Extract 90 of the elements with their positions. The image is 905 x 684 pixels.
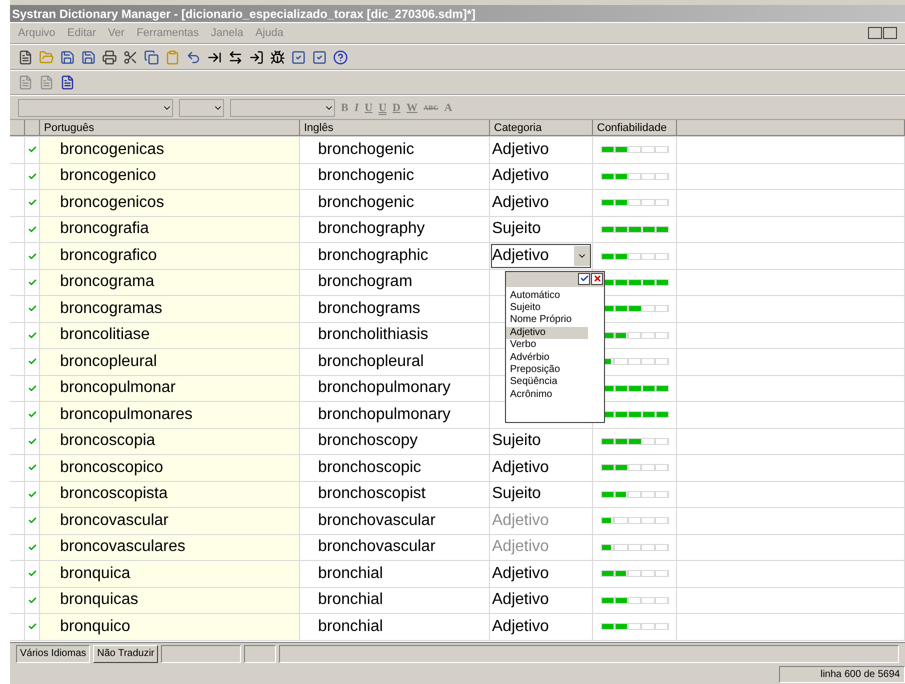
dropdown-option[interactable]: Seqüência — [506, 376, 588, 389]
reliability-meter — [600, 570, 668, 578]
table-cell: Adjetivo — [490, 455, 593, 480]
table-cell: broncopulmonares — [40, 402, 300, 428]
column-header[interactable]: Categoria — [490, 120, 593, 136]
reliability-meter — [600, 596, 668, 604]
insert-icon[interactable] — [207, 50, 222, 64]
column-header[interactable]: Confiabilidade — [593, 120, 677, 136]
table-cell: bronquica — [40, 561, 300, 586]
new-document-icon[interactable] — [18, 50, 33, 64]
validate-all-icon[interactable] — [312, 50, 327, 64]
table-cell: Adjetivo — [490, 534, 593, 560]
copy-icon[interactable] — [144, 50, 159, 64]
reliability-meter — [600, 226, 668, 233]
table-cell: Sujeito — [490, 428, 593, 454]
table-cell: broncogenicas — [40, 137, 300, 162]
reliability-meter — [600, 517, 668, 524]
table-cell: Adjetivo — [490, 508, 593, 534]
help-icon[interactable] — [333, 50, 348, 64]
table-cell: broncovascular — [40, 508, 300, 534]
reliability-meter — [600, 146, 668, 154]
reliability-meter — [600, 438, 668, 445]
tab[interactable]: Não Traduzir — [93, 644, 158, 662]
tag-icon[interactable] — [18, 75, 33, 90]
table-cell: broncografico — [40, 243, 300, 269]
dropdown-option[interactable]: Adjetivo — [506, 326, 588, 340]
minimize-button[interactable] — [868, 27, 882, 39]
dropdown-option[interactable]: Advérbio — [506, 352, 588, 364]
style-combo[interactable] — [230, 98, 335, 116]
dropdown-option[interactable]: Verbo — [506, 339, 588, 352]
reliability-meter — [600, 464, 668, 472]
cut-icon[interactable] — [123, 50, 138, 64]
import-icon[interactable] — [249, 50, 264, 64]
table-cell: Adjetivo — [490, 137, 593, 162]
bug-icon[interactable] — [270, 50, 285, 64]
table-cell: broncograma — [40, 270, 300, 295]
status-text: linha 600 de 5694 — [779, 666, 905, 682]
table-cell: Sujeito — [490, 482, 593, 507]
close-icon — [592, 274, 602, 283]
table-cell: Adjetivo — [490, 164, 593, 189]
table-cell: broncoscopico — [40, 455, 300, 480]
table-cell: bronquicas — [40, 588, 300, 613]
reliability-meter — [600, 252, 668, 260]
table-cell: broncovasculares — [40, 534, 300, 560]
dropdown-option[interactable]: Preposição — [506, 364, 588, 376]
window-title: Systran Dictionary Manager - [dicionario_especializado_torax [dic_270306.sdm]*] — [12, 6, 476, 20]
table-cell: broncogenicos — [40, 190, 300, 216]
undo-icon[interactable] — [186, 50, 201, 64]
dropdown-option[interactable]: Nome Próprio — [506, 314, 588, 327]
folder-icon[interactable] — [39, 50, 54, 64]
category-combo[interactable]: Adjetivo — [491, 244, 591, 268]
table-cell: Sujeito — [490, 216, 593, 242]
validate-icon[interactable] — [291, 50, 306, 64]
reliability-meter — [600, 623, 668, 630]
save-all-icon[interactable] — [81, 50, 96, 64]
paste-icon[interactable] — [165, 50, 180, 64]
tag-2-icon[interactable] — [39, 75, 54, 90]
reliability-meter — [600, 490, 668, 498]
table-cell: Adjetivo — [490, 561, 593, 586]
table-cell: broncografia — [40, 216, 300, 242]
table-cell: bronquico — [40, 614, 300, 640]
printer-icon[interactable] — [102, 50, 117, 64]
dropdown-option[interactable]: Automático — [506, 290, 588, 302]
table-cell: Adjetivo — [490, 588, 593, 613]
table-cell: broncoscopia — [40, 428, 300, 454]
save-icon[interactable] — [60, 50, 75, 64]
table-cell: broncolitiase — [40, 322, 300, 348]
check-icon — [580, 274, 588, 283]
table-cell: broncopleural — [40, 349, 300, 374]
font-combo[interactable] — [18, 98, 173, 116]
size-combo[interactable] — [179, 98, 224, 116]
reliability-meter — [600, 172, 668, 180]
reliability-meter — [600, 544, 668, 551]
table-cell: broncogenico — [40, 164, 300, 189]
restore-button[interactable] — [883, 27, 897, 39]
table-cell: broncopulmonar — [40, 376, 300, 401]
column-header[interactable]: Português — [40, 120, 300, 136]
reliability-meter — [600, 199, 668, 206]
close-button[interactable] — [591, 272, 603, 284]
dropdown-option[interactable]: Sujeito — [506, 302, 588, 314]
dropdown-option[interactable]: Acrônimo — [506, 388, 588, 402]
swap-icon[interactable] — [228, 50, 243, 64]
ok-button[interactable] — [578, 272, 590, 284]
table-cell: broncoscopista — [40, 482, 300, 507]
column-header[interactable]: Inglês — [300, 120, 490, 136]
table-cell: Adjetivo — [490, 190, 593, 216]
tab[interactable]: Vários Idiomas — [16, 644, 90, 662]
table-cell: Adjetivo — [490, 614, 593, 640]
table-cell: broncogramas — [40, 296, 300, 322]
text-icon[interactable] — [60, 75, 75, 90]
